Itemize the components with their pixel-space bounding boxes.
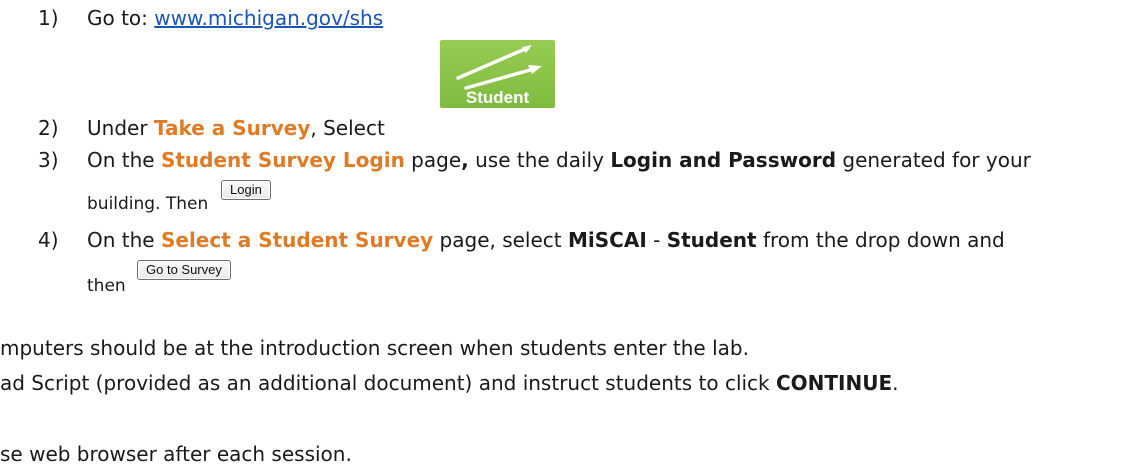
step-number: 1) bbox=[38, 6, 59, 30]
note-3: se web browser after each session. bbox=[0, 442, 352, 466]
student-icon-label: Student bbox=[465, 88, 530, 107]
pencils-icon bbox=[456, 45, 542, 90]
note-2: ad Script (provided as an additional doc… bbox=[0, 369, 899, 397]
shs-link[interactable]: www.michigan.gov/shs bbox=[154, 6, 383, 30]
step-suffix: from the drop down and bbox=[756, 228, 1005, 252]
step-number: 3) bbox=[38, 148, 59, 172]
step-text: On the Select a Student Survey page, sel… bbox=[87, 226, 1005, 254]
step-dash: - bbox=[646, 228, 667, 252]
go-to-survey-button[interactable]: Go to Survey bbox=[137, 260, 231, 280]
student-label: Student bbox=[666, 228, 757, 252]
miscai-label: MiSCAI bbox=[568, 228, 647, 252]
step-prefix: Go to: bbox=[87, 6, 155, 30]
step-suffix: , Select bbox=[310, 116, 385, 140]
login-page-label: Student Survey Login bbox=[160, 148, 405, 172]
select-survey-label: Select a Student Survey bbox=[160, 228, 434, 252]
step-number: 2) bbox=[38, 116, 59, 140]
step-text-line-2: then bbox=[87, 276, 126, 296]
step-text: Under Take a Survey, Select bbox=[87, 114, 385, 142]
note-1: mputers should be at the introduction sc… bbox=[0, 336, 749, 360]
step-middle-2: use the daily bbox=[468, 148, 611, 172]
step-comma: , bbox=[461, 148, 469, 172]
student-survey-button[interactable]: Student bbox=[440, 40, 555, 108]
note-suffix: . bbox=[892, 371, 899, 395]
step-prefix: On the bbox=[87, 148, 161, 172]
continue-label: CONTINUE bbox=[776, 371, 893, 395]
login-button[interactable]: Login bbox=[221, 180, 271, 200]
step-text: Go to: www.michigan.gov/shs bbox=[87, 4, 383, 32]
step-text: On the Student Survey Login page, use th… bbox=[87, 146, 1031, 174]
step-number: 4) bbox=[38, 228, 59, 252]
step-text-line-2: building. Then bbox=[87, 194, 209, 214]
instructions-document: 1) Go to: www.michigan.gov/shs Student 2… bbox=[0, 0, 1124, 466]
step-prefix: Under bbox=[87, 116, 154, 140]
note-prefix: ad Script (provided as an additional doc… bbox=[0, 371, 776, 395]
step-suffix: generated for your bbox=[836, 148, 1031, 172]
step-middle: page, select bbox=[433, 228, 568, 252]
step-middle: page bbox=[404, 148, 462, 172]
step-prefix: On the bbox=[87, 228, 161, 252]
take-survey-label: Take a Survey bbox=[153, 116, 311, 140]
login-password-label: Login and Password bbox=[610, 148, 837, 172]
